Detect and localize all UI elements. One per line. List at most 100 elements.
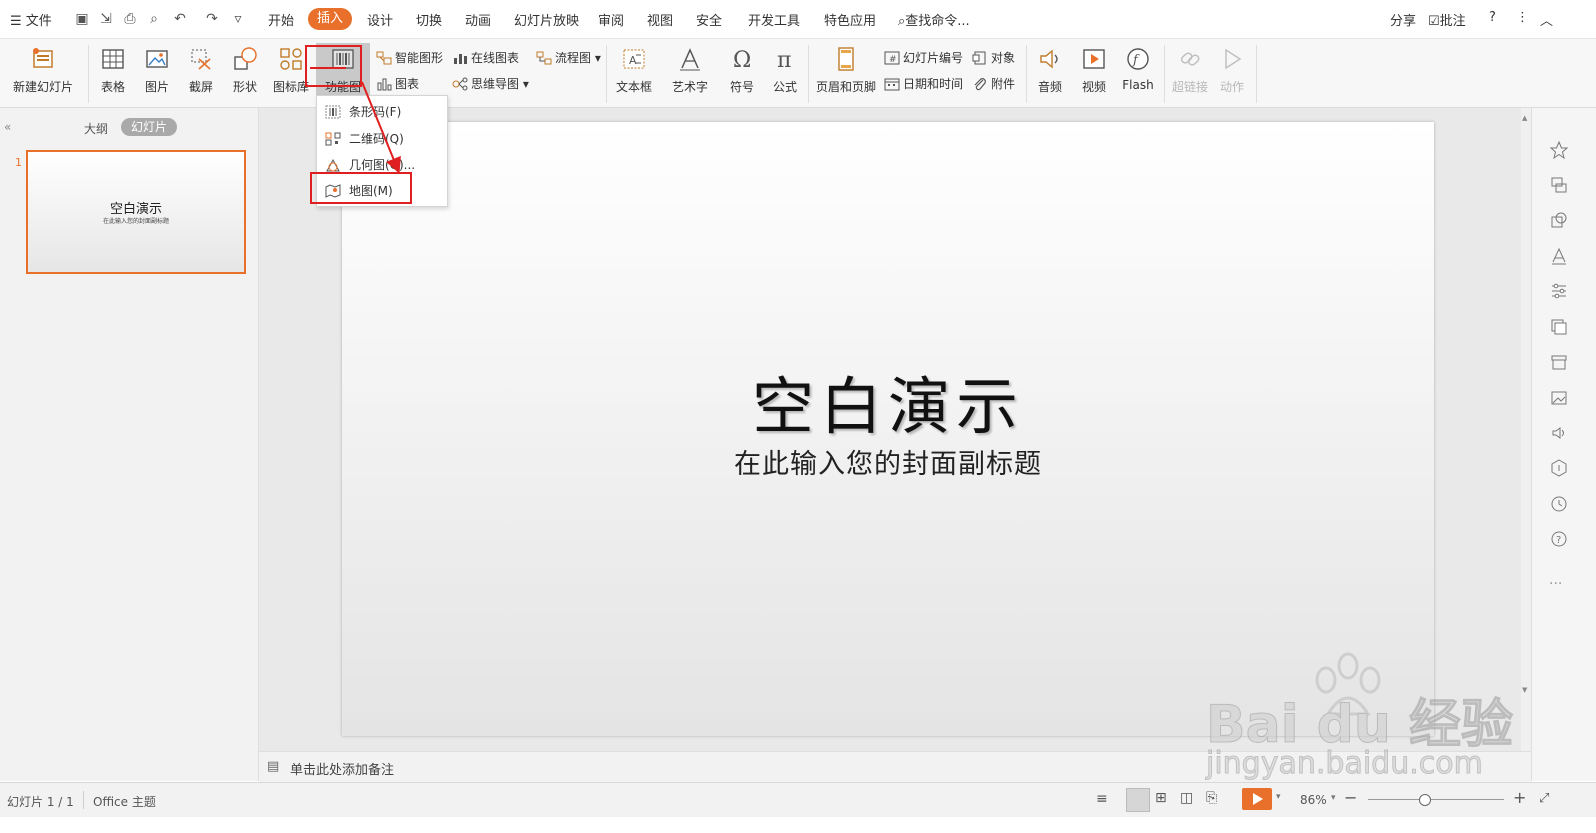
tab-review[interactable]: 审阅 — [598, 10, 624, 29]
properties-sliders-icon[interactable] — [1549, 281, 1569, 301]
collapse-panel-icon[interactable]: « — [4, 120, 11, 134]
screenshot-button[interactable]: 截屏 — [184, 45, 218, 95]
notes-pane[interactable]: ▤ 单击此处添加备注 — [259, 751, 1531, 782]
slide-thumbnail[interactable]: 空白演示 在此输入您的封面副标题 — [26, 150, 246, 274]
online-chart-button[interactable]: 在线图表 — [452, 49, 519, 66]
table-button[interactable]: 表格 — [96, 45, 130, 95]
video-button[interactable]: 视频 — [1076, 45, 1112, 95]
tab-home[interactable]: 开始 — [268, 10, 294, 29]
flash-button[interactable]: f Flash — [1120, 45, 1156, 92]
zoom-out-button[interactable]: − — [1344, 788, 1357, 807]
comment-label: 批注 — [1439, 14, 1466, 29]
backup-cloud-icon[interactable] — [1549, 458, 1569, 478]
object-button[interactable]: 对象 — [972, 49, 1015, 66]
slide-subtitle[interactable]: 在此输入您的封面副标题 — [342, 442, 1434, 481]
presenter-view-icon[interactable]: ⎘ — [1206, 790, 1217, 806]
scroll-up-icon[interactable]: ▲ — [1522, 114, 1527, 122]
slide-switch-icon[interactable] — [1549, 175, 1569, 195]
textbox-button[interactable]: A 文本框 — [612, 45, 656, 95]
date-time-button[interactable]: 日期和时间 — [884, 75, 963, 92]
header-footer-button[interactable]: 页眉和页脚 — [814, 45, 878, 95]
tab-insert[interactable]: 插入 — [308, 8, 353, 30]
tab-animation[interactable]: 动画 — [465, 10, 491, 29]
search-command[interactable]: ⌕查找命令... — [898, 10, 970, 29]
hyperlink-button[interactable]: 超链接 — [1170, 45, 1210, 95]
share-button[interactable]: 分享 — [1390, 10, 1416, 29]
comment-button[interactable]: ☑批注 — [1428, 10, 1466, 29]
new-slide-button[interactable]: 新建幻灯片 — [8, 45, 78, 95]
image-icon[interactable] — [1549, 388, 1569, 408]
textbox-label: 文本框 — [615, 80, 652, 94]
shape-label: 形状 — [232, 80, 257, 94]
tab-developer[interactable]: 开发工具 — [748, 10, 800, 29]
right-task-pane: ? ··· — [1531, 108, 1596, 781]
slide-sorter-icon[interactable]: ⊞ — [1155, 790, 1167, 806]
pi-formula-icon: π — [777, 48, 791, 73]
help-button[interactable]: ? — [1489, 10, 1496, 25]
zoom-dropdown-icon[interactable]: ▾ — [1331, 793, 1336, 803]
help-circle-icon[interactable]: ? — [1549, 529, 1569, 549]
print-icon[interactable]: ⎙ — [122, 11, 138, 27]
outline-view-tab[interactable]: 大纲 — [84, 120, 108, 137]
sound-icon[interactable] — [1549, 423, 1569, 443]
play-slideshow-button[interactable] — [1242, 788, 1272, 810]
tab-slideshow[interactable]: 幻灯片放映 — [514, 10, 579, 29]
tab-features[interactable]: 特色应用 — [824, 10, 876, 29]
slide-number-button[interactable]: # 幻灯片编号 — [884, 49, 963, 66]
notes-placeholder[interactable]: 单击此处添加备注 — [290, 759, 394, 778]
more-options-icon[interactable]: ⋮ — [1516, 10, 1529, 25]
flash-icon: f — [1127, 48, 1149, 70]
print-preview-icon[interactable]: ⌕ — [146, 11, 162, 27]
shape-button[interactable]: 形状 — [228, 45, 262, 95]
omega-symbol-icon: Ω — [733, 48, 751, 73]
formula-button[interactable]: π 公式 — [768, 45, 802, 95]
tab-security[interactable]: 安全 — [696, 10, 722, 29]
vertical-scrollbar[interactable]: ▲ ▼ — [1521, 108, 1531, 751]
export-icon[interactable]: ⇲ — [98, 11, 114, 27]
attachment-button[interactable]: 附件 — [972, 75, 1015, 92]
scroll-down-icon[interactable]: ▼ — [1522, 686, 1527, 694]
save-icon[interactable]: ▣ — [74, 11, 90, 27]
slideshow-dropdown-icon[interactable]: ▾ — [1276, 792, 1281, 802]
action-button[interactable]: 动作 — [1214, 45, 1250, 95]
symbol-button[interactable]: Ω 符号 — [724, 45, 760, 95]
undo-icon[interactable]: ↶ — [172, 11, 188, 27]
normal-view-icon[interactable] — [1126, 788, 1150, 812]
file-menu[interactable]: ☰ 文件 — [10, 10, 52, 29]
archive-box-icon[interactable] — [1549, 352, 1569, 372]
tab-design[interactable]: 设计 — [367, 10, 393, 29]
zoom-slider-thumb[interactable] — [1419, 794, 1431, 806]
zoom-level[interactable]: 86% — [1300, 793, 1327, 807]
status-bar: 幻灯片 1 / 1 Office 主题 ≡ ⊞ ◫ ⎘ ▾ 86% ▾ − + … — [0, 782, 1596, 817]
history-icon[interactable] — [1549, 494, 1569, 514]
zoom-slider-track[interactable] — [1368, 799, 1504, 800]
flowchart-label: 流程图 — [555, 51, 592, 65]
shape-style-icon[interactable] — [1549, 210, 1569, 230]
customize-toolbar-icon[interactable]: ▿ — [230, 11, 246, 27]
flowchart-button[interactable]: 流程图 ▾ — [536, 49, 601, 66]
tab-transition[interactable]: 切换 — [416, 10, 442, 29]
text-effect-icon[interactable] — [1549, 246, 1569, 266]
more-icon[interactable]: ··· — [1549, 576, 1562, 592]
picture-gallery-icon[interactable] — [1549, 317, 1569, 337]
calendar-icon — [884, 78, 900, 91]
audio-button[interactable]: 音频 — [1032, 45, 1068, 95]
action-label: 动作 — [1219, 80, 1244, 94]
fit-window-icon[interactable]: ⤢ — [1539, 791, 1549, 806]
picture-button[interactable]: 图片 — [140, 45, 174, 95]
online-chart-icon — [454, 54, 467, 64]
mindmap-button[interactable]: 思维导图 ▾ — [452, 75, 529, 92]
ribbon-divider — [808, 45, 809, 103]
collapse-ribbon-icon[interactable]: ︿ — [1540, 10, 1553, 29]
star-animation-icon[interactable] — [1549, 140, 1569, 160]
textbox-icon: A — [623, 49, 645, 69]
redo-icon[interactable]: ↷ — [204, 11, 220, 27]
slide-title[interactable]: 空白演示 — [342, 356, 1434, 446]
wordart-button[interactable]: 艺术字 — [668, 45, 712, 95]
notes-toggle-icon[interactable]: ≡ — [1096, 791, 1108, 807]
tab-view[interactable]: 视图 — [647, 10, 673, 29]
zoom-in-button[interactable]: + — [1513, 788, 1526, 807]
slides-view-tab[interactable]: 幻灯片 — [121, 118, 178, 136]
reading-view-icon[interactable]: ◫ — [1180, 790, 1193, 806]
slide-canvas[interactable]: 空白演示 在此输入您的封面副标题 — [342, 122, 1434, 736]
